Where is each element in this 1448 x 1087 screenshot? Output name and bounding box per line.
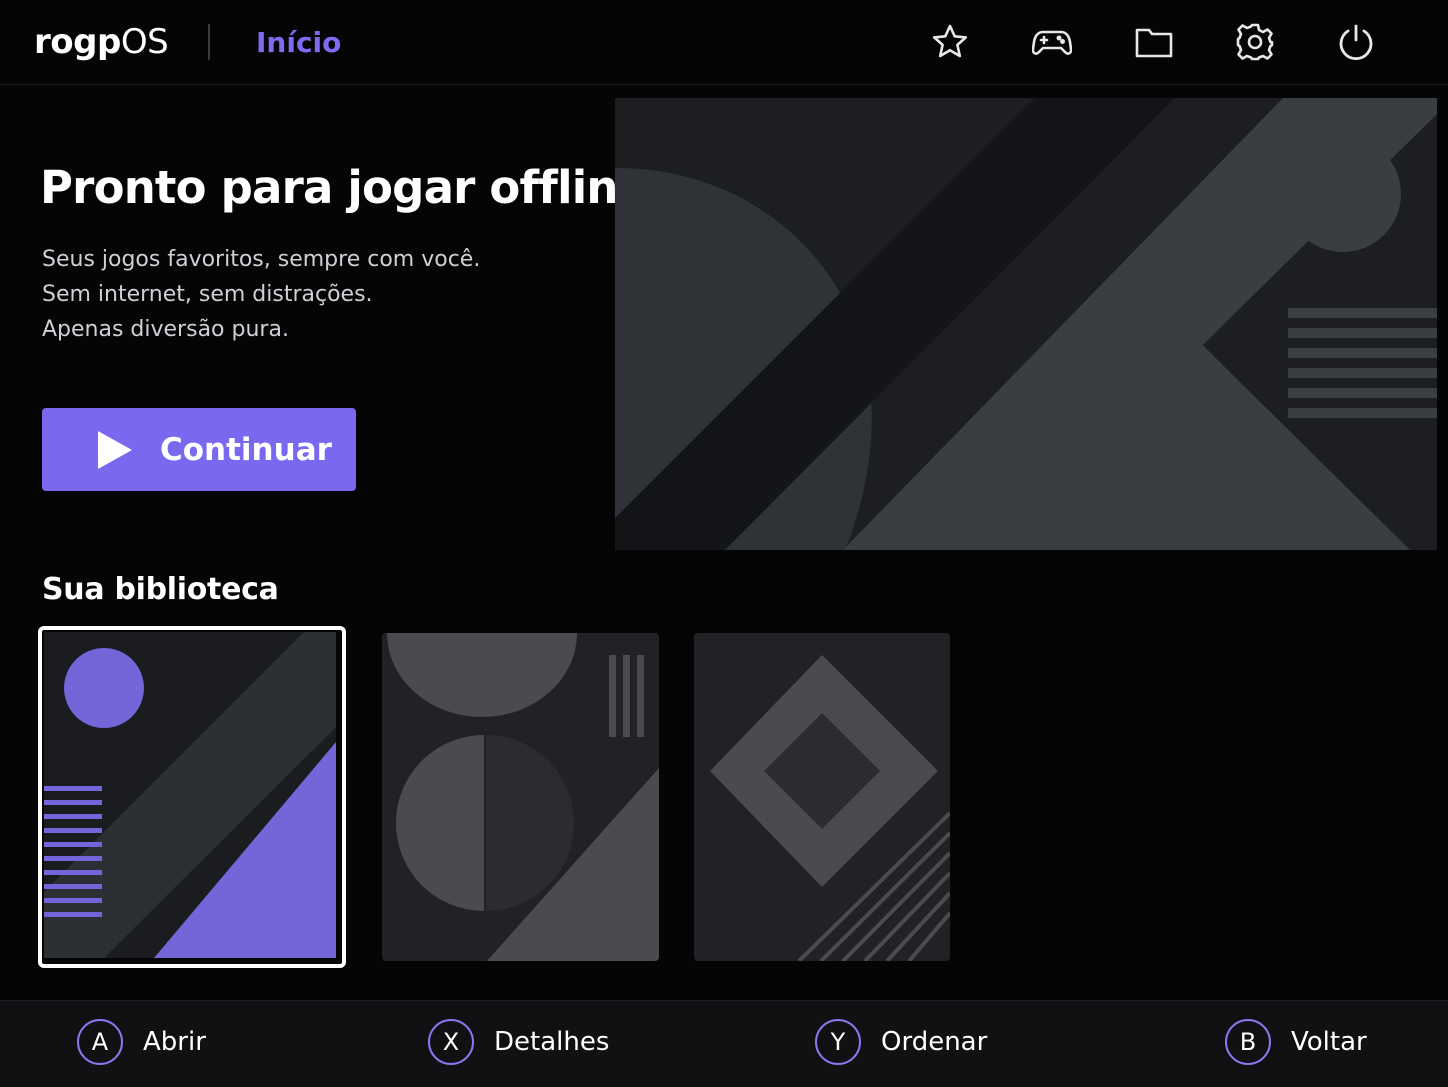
- hint-label: Detalhes: [494, 1027, 610, 1057]
- nav-tab-home[interactable]: Início: [256, 24, 341, 62]
- b-button-icon: B: [1225, 1019, 1271, 1065]
- hint-label: Ordenar: [881, 1027, 988, 1057]
- game-card[interactable]: [694, 633, 950, 961]
- header-divider: [208, 24, 210, 60]
- hint-label: Voltar: [1291, 1027, 1367, 1057]
- continue-button[interactable]: Continuar: [42, 408, 356, 491]
- power-icon[interactable]: [1334, 20, 1378, 64]
- hint-open[interactable]: A Abrir: [77, 1019, 206, 1065]
- x-button-icon: X: [428, 1019, 474, 1065]
- hero-line: Apenas diversão pura.: [42, 317, 289, 342]
- button-hint-bar: A Abrir X Detalhes Y Ordenar B Voltar: [0, 1000, 1448, 1087]
- hero-title: Pronto para jogar offline: [40, 161, 648, 214]
- gear-icon[interactable]: [1233, 20, 1277, 64]
- hero-artwork: [615, 98, 1437, 550]
- app-logo: rogpOS: [34, 20, 169, 64]
- play-icon: [98, 430, 132, 469]
- folder-icon[interactable]: [1132, 20, 1176, 64]
- top-bar: rogpOS Início: [0, 0, 1448, 85]
- logo-light-text: OS: [120, 22, 169, 62]
- a-button-icon: A: [77, 1019, 123, 1065]
- game-card[interactable]: [382, 633, 659, 961]
- continue-button-label: Continuar: [160, 431, 332, 468]
- hint-sort[interactable]: Y Ordenar: [815, 1019, 987, 1065]
- gamepad-icon[interactable]: [1030, 20, 1074, 64]
- hero-description: Seus jogos favoritos, sempre com você. S…: [42, 242, 480, 347]
- hero-line: Seus jogos favoritos, sempre com você.: [42, 247, 481, 272]
- logo-bold-text: rogp: [34, 22, 121, 62]
- game-card-selected[interactable]: [38, 626, 346, 968]
- hint-back[interactable]: B Voltar: [1225, 1019, 1367, 1065]
- hero-line: Sem internet, sem distrações.: [42, 282, 373, 307]
- hint-details[interactable]: X Detalhes: [428, 1019, 609, 1065]
- library-title: Sua biblioteca: [42, 572, 279, 607]
- y-button-icon: Y: [815, 1019, 861, 1065]
- hint-label: Abrir: [143, 1027, 206, 1057]
- star-icon[interactable]: [928, 20, 972, 64]
